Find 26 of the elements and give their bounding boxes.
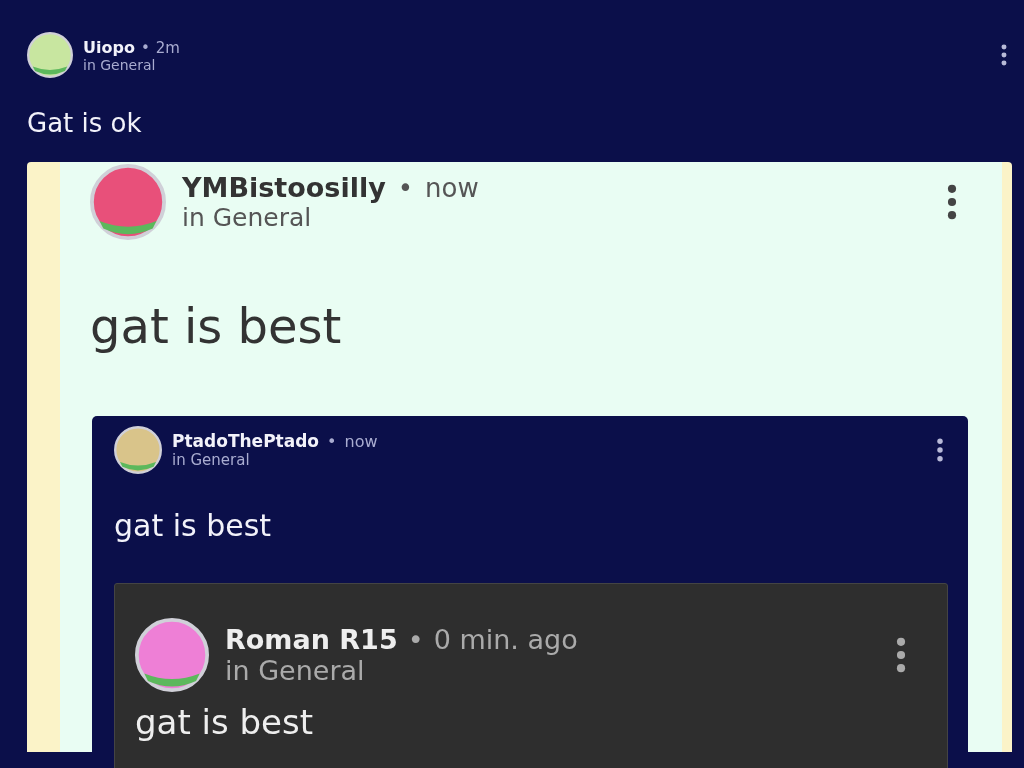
channel-label[interactable]: in General [182, 203, 942, 232]
separator-dot: • [327, 432, 337, 451]
post-text: gat is best [114, 508, 273, 543]
avatar[interactable] [27, 32, 73, 78]
post-time: 2m [155, 38, 180, 57]
separator-dot: • [407, 624, 424, 655]
channel-label[interactable]: in General [83, 56, 996, 73]
channel-label[interactable]: in General [225, 655, 891, 686]
avatar[interactable] [114, 426, 162, 474]
more-options-icon[interactable] [936, 438, 944, 462]
author-name[interactable]: Uiopo [83, 37, 135, 57]
author-name[interactable]: YMBistoosilly [182, 172, 386, 203]
post-time: 0 min. ago [433, 624, 578, 655]
post-text: gat is best [135, 704, 315, 742]
more-options-icon[interactable] [1000, 44, 1008, 66]
post-time: now [344, 432, 378, 451]
more-options-icon[interactable] [895, 635, 907, 675]
post-time: now [425, 173, 479, 203]
avatar[interactable] [135, 618, 209, 692]
post-text: Gat is ok [27, 108, 143, 138]
post-text: gat is best [90, 298, 343, 354]
channel-label[interactable]: in General [172, 451, 932, 469]
separator-dot: • [397, 173, 414, 203]
author-name[interactable]: Roman R15 [225, 624, 398, 655]
author-name[interactable]: PtadoThePtado [172, 431, 320, 451]
separator-dot: • [140, 38, 150, 57]
